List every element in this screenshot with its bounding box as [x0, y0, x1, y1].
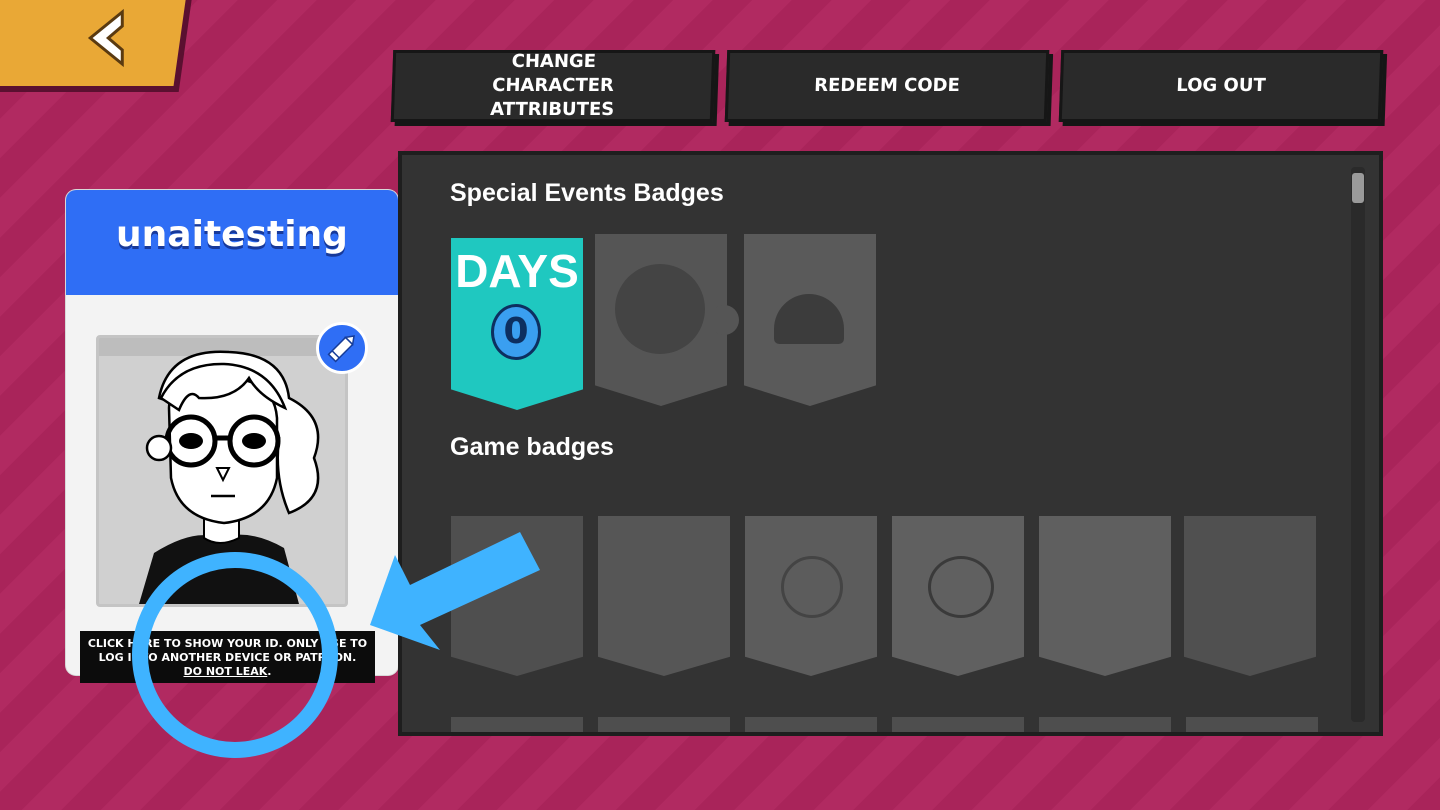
locked-badge[interactable]	[598, 516, 730, 676]
days-badge-label: DAYS	[455, 245, 579, 297]
change-attributes-label: CHANGE CHARACTER ATTRIBUTES	[489, 51, 615, 120]
redeem-code-button[interactable]: REDEEM CODE	[724, 50, 1050, 122]
back-button[interactable]	[0, 0, 187, 86]
show-id-button[interactable]: CLICK HERE TO SHOW YOUR ID. ONLY USE TO …	[80, 631, 375, 683]
scrollbar[interactable]	[1351, 167, 1365, 722]
locked-badge[interactable]	[744, 234, 876, 406]
log-out-label: LOG OUT	[1175, 75, 1267, 96]
profile-card: unaitesting	[66, 190, 398, 675]
change-character-attributes-button[interactable]: CHANGE CHARACTER ATTRIBUTES	[390, 50, 716, 122]
username: unaitesting	[116, 214, 348, 255]
id-notice-line1: CLICK HERE TO SHOW YOUR ID. ONLY USE TO	[87, 637, 368, 650]
special-events-title: Special Events Badges	[450, 179, 724, 207]
avatar-drawing	[99, 338, 345, 604]
days-badge[interactable]: DAYS 0	[451, 238, 583, 410]
badge-row-partial	[451, 717, 1331, 732]
locked-badge[interactable]	[595, 234, 727, 406]
locked-badge[interactable]	[1184, 516, 1316, 676]
days-badge-count: 0	[491, 304, 541, 360]
avatar	[96, 335, 348, 607]
locked-badge[interactable]	[451, 516, 583, 676]
locked-badge[interactable]	[892, 516, 1024, 676]
log-out-button[interactable]: LOG OUT	[1058, 50, 1384, 122]
locked-badge[interactable]	[745, 516, 877, 676]
badge-connector	[709, 305, 739, 335]
id-notice-warning: DO NOT LEAK	[183, 665, 268, 678]
badges-panel[interactable]: Special Events Badges DAYS 0 Game badges	[398, 151, 1383, 736]
pencil-icon	[327, 335, 355, 363]
game-badges-title: Game badges	[450, 433, 614, 461]
scroll-thumb[interactable]	[1352, 173, 1364, 203]
id-notice-line2: LOG INTO ANOTHER DEVICE OR PATREON.	[98, 651, 357, 664]
edit-avatar-button[interactable]	[316, 322, 368, 374]
back-arrow-icon	[87, 8, 124, 68]
locked-badge[interactable]	[1039, 516, 1171, 676]
profile-card-header: unaitesting	[66, 190, 398, 295]
redeem-code-label: REDEEM CODE	[813, 75, 961, 96]
